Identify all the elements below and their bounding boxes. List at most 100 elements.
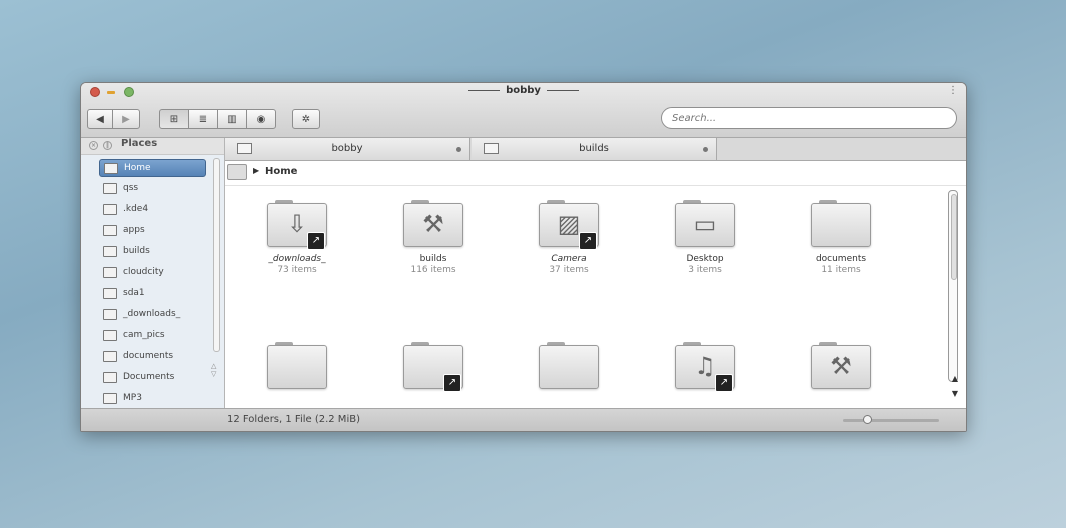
- sidebar-item[interactable]: Home: [99, 159, 206, 177]
- sidebar-item[interactable]: Documents: [99, 369, 206, 387]
- folder-item[interactable]: ⚒ builds 116 items: [373, 200, 493, 300]
- folder-item[interactable]: documents 11 items: [781, 200, 901, 300]
- sidebar-item-label: .kde4: [123, 204, 149, 214]
- sidebar-item-label: cloudcity: [123, 267, 164, 277]
- sidebar-item[interactable]: cam_pics: [99, 327, 206, 345]
- folder-icon: [103, 351, 117, 362]
- folder-icon: [103, 204, 117, 215]
- folder-emblem-icon: ⚒: [830, 352, 852, 380]
- sidebar-scrollbar[interactable]: [213, 158, 220, 352]
- folder-name: Desktop: [686, 254, 724, 264]
- sidebar-item[interactable]: builds: [99, 243, 206, 261]
- folder-item-count: 11 items: [821, 265, 861, 275]
- sidebar-item[interactable]: apps: [99, 222, 206, 240]
- preview-button[interactable]: ◉: [246, 109, 276, 129]
- places-title: Places: [121, 138, 158, 149]
- folder-item[interactable]: ⇩ ↗ _downloads_ 73 items: [237, 200, 357, 300]
- window-title: bobby: [506, 85, 541, 96]
- folder-icon: [103, 246, 117, 257]
- link-overlay-icon: ↗: [715, 374, 733, 392]
- folder-icon: [104, 163, 118, 174]
- details-view-button[interactable]: ≣: [188, 109, 218, 129]
- folder-item-count: 3 items: [688, 265, 722, 275]
- tab-close-icon[interactable]: [703, 147, 708, 152]
- folder-icon: [539, 342, 599, 390]
- home-icon[interactable]: [227, 164, 247, 180]
- places-detach-icon[interactable]: ‖: [103, 141, 112, 150]
- folder-emblem-icon: ⚒: [422, 210, 444, 238]
- title-bar: bobby ⋮ ◀ ▶ ⊞ ≣ ▥ ◉ ✲: [81, 83, 966, 138]
- folder-item-count: 73 items: [277, 265, 317, 275]
- folder-item-count: 37 items: [549, 265, 589, 275]
- scroll-up-icon[interactable]: ▲: [952, 374, 958, 383]
- folder-item[interactable]: ↗: [373, 342, 493, 408]
- sidebar-item-label: qss: [123, 183, 139, 193]
- sidebar-item-label: Home: [124, 163, 151, 173]
- zoom-slider-handle[interactable]: [863, 415, 872, 424]
- sidebar-item-label: _downloads_: [123, 309, 181, 319]
- folder-item[interactable]: ⚒: [781, 342, 901, 408]
- folder-item[interactable]: ▭ Desktop 3 items: [645, 200, 765, 300]
- folder-icon: ⚒: [403, 200, 463, 248]
- folder-icon: ⚒: [811, 342, 871, 390]
- sidebar-item-label: cam_pics: [123, 330, 165, 340]
- tab-close-icon[interactable]: [456, 147, 461, 152]
- sidebar-item[interactable]: _downloads_: [99, 306, 206, 324]
- folder-icon: [103, 393, 117, 404]
- scrollbar-thumb[interactable]: [951, 194, 957, 280]
- tab-bobby[interactable]: bobby: [225, 138, 470, 160]
- folder-item-count: 116 items: [410, 265, 456, 275]
- forward-icon: ▶: [122, 113, 130, 125]
- forward-button[interactable]: ▶: [112, 109, 140, 129]
- link-overlay-icon: ↗: [307, 232, 325, 250]
- folder-item[interactable]: ♫ ↗: [645, 342, 765, 408]
- folder-icon: [103, 309, 117, 320]
- grid-icon: ⊞: [169, 113, 179, 125]
- sidebar-item[interactable]: qss: [99, 180, 206, 198]
- places-close-icon[interactable]: ×: [89, 141, 98, 150]
- file-view: ⇩ ↗ _downloads_ 73 items ⚒ builds 116 items ▨ ↗ C…: [225, 186, 966, 408]
- link-overlay-icon: ↗: [579, 232, 597, 250]
- folder-icon: ⇩ ↗: [267, 200, 327, 250]
- sidebar-item[interactable]: MP3: [99, 390, 206, 408]
- file-manager-window: bobby ⋮ ◀ ▶ ⊞ ≣ ▥ ◉ ✲ × ‖ Places Home qss…: [80, 82, 967, 432]
- folder-item[interactable]: [509, 342, 629, 408]
- tab-builds[interactable]: builds: [472, 138, 717, 160]
- sidebar-scroll-down-icon[interactable]: ▽: [211, 370, 216, 378]
- back-button[interactable]: ◀: [87, 109, 113, 129]
- settings-button[interactable]: ✲: [292, 109, 320, 129]
- folder-icon: [103, 183, 117, 194]
- folder-item[interactable]: ▨ ↗ Camera 37 items: [509, 200, 629, 300]
- chevron-right-icon[interactable]: ▶: [253, 166, 259, 175]
- sidebar-item[interactable]: sda1: [99, 285, 206, 303]
- folder-icon: [267, 342, 327, 390]
- folder-icon: ▨ ↗: [539, 200, 599, 250]
- link-overlay-icon: ↗: [443, 374, 461, 392]
- scroll-down-icon[interactable]: ▼: [952, 389, 958, 398]
- status-text: 12 Folders, 1 File (2.2 MiB): [227, 414, 360, 425]
- sidebar-item[interactable]: documents: [99, 348, 206, 366]
- icons-view-button[interactable]: ⊞: [159, 109, 189, 129]
- sidebar-item[interactable]: .kde4: [99, 201, 206, 219]
- folder-name: _downloads_: [268, 254, 326, 264]
- search-input[interactable]: [661, 107, 957, 129]
- breadcrumb-home[interactable]: Home: [265, 166, 297, 177]
- places-header: × ‖ Places: [81, 138, 224, 155]
- sidebar-item-label: apps: [123, 225, 145, 235]
- places-sidebar: × ‖ Places Home qss .kde4 apps builds cloudci…: [81, 138, 225, 408]
- columns-icon: ▥: [227, 113, 237, 125]
- tab-label: builds: [579, 143, 609, 154]
- columns-view-button[interactable]: ▥: [217, 109, 247, 129]
- folder-name: builds: [419, 254, 447, 264]
- window-title-wrap: bobby: [81, 85, 966, 96]
- list-icon: ≣: [198, 113, 208, 125]
- folder-icon: [103, 225, 117, 236]
- sidebar-item-label: builds: [123, 246, 150, 256]
- window-menu-icon[interactable]: ⋮: [948, 85, 958, 96]
- status-bar: 12 Folders, 1 File (2.2 MiB): [81, 408, 966, 431]
- sidebar-scroll-up-icon[interactable]: △: [211, 362, 216, 370]
- folder-item[interactable]: [237, 342, 357, 408]
- sidebar-item[interactable]: cloudcity: [99, 264, 206, 282]
- breadcrumb: ▶ Home: [225, 161, 966, 186]
- zoom-slider[interactable]: [843, 419, 939, 422]
